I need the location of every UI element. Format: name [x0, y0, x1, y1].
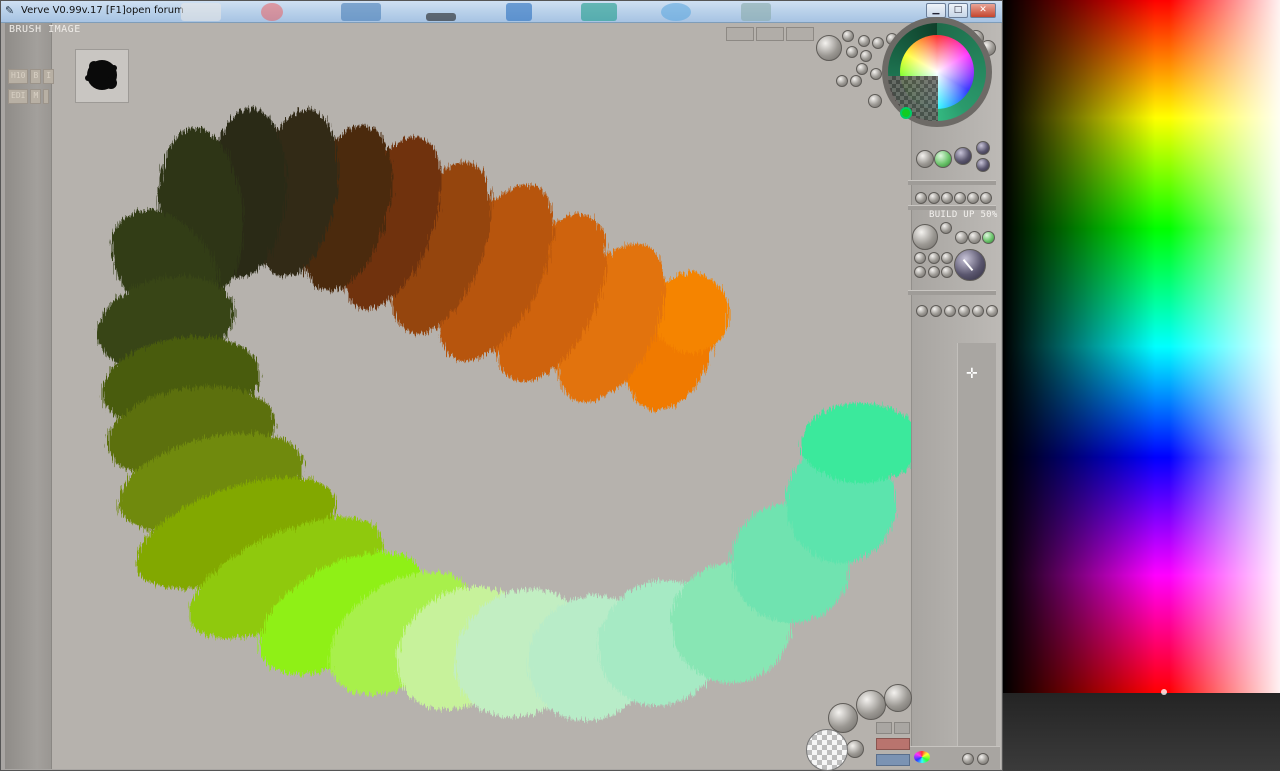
brush-strokes — [97, 108, 911, 721]
taskbar-thumb — [661, 3, 691, 21]
clear-button[interactable] — [876, 738, 910, 750]
left-toolbar: BRUSH IMAGE H10 B I EDI M — [5, 23, 80, 769]
preset-orb[interactable] — [941, 192, 953, 204]
title-bar[interactable]: ✎ Verve V0.99v.17 [F1]open forum ▁ □ ✕ — [1, 1, 1002, 23]
brush-i-button[interactable]: I — [43, 69, 55, 84]
taskbar-thumb — [426, 13, 456, 21]
color-spectrum-picker[interactable] — [1003, 0, 1280, 693]
tool-orb[interactable] — [858, 35, 870, 47]
preset-orb[interactable] — [928, 192, 940, 204]
palette-orb[interactable] — [916, 150, 934, 168]
tool-orb[interactable] — [928, 252, 940, 264]
preset-orb[interactable] — [954, 192, 966, 204]
tool-orb[interactable] — [914, 252, 926, 264]
tool-orb[interactable] — [860, 50, 872, 62]
brush-size-knob[interactable] — [816, 35, 842, 61]
color-mix-ball[interactable] — [806, 729, 848, 771]
maximize-button[interactable]: □ — [948, 3, 968, 18]
window-title: Verve V0.99v.17 [F1]open forum — [21, 5, 184, 16]
brush-buttons-row: H10 B I — [8, 69, 55, 84]
verve-icon[interactable]: ✎ — [5, 5, 17, 17]
palette-orb[interactable] — [976, 141, 990, 155]
mixer-orb[interactable] — [846, 740, 864, 758]
brush-size-button[interactable]: H10 — [8, 69, 29, 84]
top-panel-tabs — [726, 27, 814, 41]
brush-b-button[interactable]: B — [30, 69, 42, 84]
tool-orb[interactable] — [842, 30, 854, 42]
tool-orb[interactable] — [850, 75, 862, 87]
brush-image-label[interactable]: BRUSH IMAGE — [9, 24, 81, 35]
tool-orb[interactable] — [846, 46, 858, 58]
color-picker-marker[interactable] — [900, 107, 912, 119]
panel-divider — [908, 290, 996, 295]
tool-orb[interactable] — [856, 63, 868, 75]
brush-edit-row: EDI M — [8, 89, 50, 104]
taskbar-thumb — [741, 3, 771, 21]
tool-orb[interactable] — [968, 231, 981, 244]
tool-orb[interactable] — [836, 75, 848, 87]
taskbar-thumb — [261, 3, 283, 21]
corner-button[interactable] — [876, 722, 892, 734]
crosshair-icon: ✛ — [966, 366, 978, 382]
spectrum-footer — [1003, 693, 1280, 771]
corner-button[interactable] — [894, 722, 910, 734]
status-orb[interactable] — [962, 753, 974, 765]
tool-orb[interactable] — [870, 68, 882, 80]
right-scroll-strip[interactable] — [957, 343, 996, 763]
taskbar-thumb — [506, 3, 532, 21]
tool-orb[interactable] — [955, 231, 968, 244]
preset-orb[interactable] — [916, 305, 928, 317]
preset-orb[interactable] — [958, 305, 970, 317]
status-orb[interactable] — [977, 753, 989, 765]
taskbar-thumb — [581, 3, 617, 21]
build-up-label: BUILD UP 50% — [929, 210, 998, 220]
mixer-orb[interactable] — [856, 690, 886, 720]
brush-shape-icon — [85, 60, 117, 90]
brush-extra-button[interactable] — [43, 89, 50, 104]
brush-image-preview[interactable] — [75, 49, 129, 103]
tool-orb[interactable] — [868, 94, 882, 108]
close-button[interactable]: ✕ — [970, 3, 996, 18]
tool-orb[interactable] — [872, 37, 884, 49]
preset-orb[interactable] — [915, 192, 927, 204]
preset-orb[interactable] — [980, 192, 992, 204]
mixer-orb[interactable] — [828, 703, 858, 733]
spectrum-cursor — [1161, 689, 1167, 695]
taskbar-thumb — [181, 3, 221, 21]
mixer-orb[interactable] — [884, 684, 912, 712]
save-slot-button[interactable] — [876, 754, 910, 766]
painting-canvas[interactable] — [51, 23, 911, 769]
brush-edit-button[interactable]: EDI — [8, 89, 29, 104]
background-taskbar-thumbnails — [181, 3, 901, 21]
tool-orb[interactable] — [914, 266, 926, 278]
canvas-area[interactable]: BRUSH IMAGE H10 B I EDI M — [5, 23, 1001, 769]
palette-icon[interactable] — [914, 751, 930, 763]
window-controls: ▁ □ ✕ — [926, 3, 996, 18]
palette-orb[interactable] — [934, 150, 952, 168]
panel-tab[interactable] — [726, 27, 754, 41]
panel-tab[interactable] — [786, 27, 814, 41]
tool-orb[interactable] — [940, 222, 952, 234]
preset-orb[interactable] — [930, 305, 942, 317]
preset-orb[interactable] — [944, 305, 956, 317]
build-up-knob[interactable] — [912, 224, 938, 250]
verve-window: ✎ Verve V0.99v.17 [F1]open forum ▁ □ ✕ B… — [0, 0, 1003, 771]
toggle-orb[interactable] — [982, 231, 995, 244]
panel-tab[interactable] — [756, 27, 784, 41]
preset-orb[interactable] — [972, 305, 984, 317]
palette-orb[interactable] — [976, 158, 990, 172]
preset-orb[interactable] — [967, 192, 979, 204]
minimize-button[interactable]: ▁ — [926, 3, 946, 18]
brush-m-button[interactable]: M — [30, 89, 42, 104]
taskbar-thumb — [341, 3, 381, 21]
tool-orb[interactable] — [941, 266, 953, 278]
panel-divider — [908, 180, 996, 185]
tool-orb[interactable] — [928, 266, 940, 278]
palette-orb[interactable] — [954, 147, 972, 165]
tool-orb[interactable] — [941, 252, 953, 264]
preset-orb[interactable] — [986, 305, 998, 317]
